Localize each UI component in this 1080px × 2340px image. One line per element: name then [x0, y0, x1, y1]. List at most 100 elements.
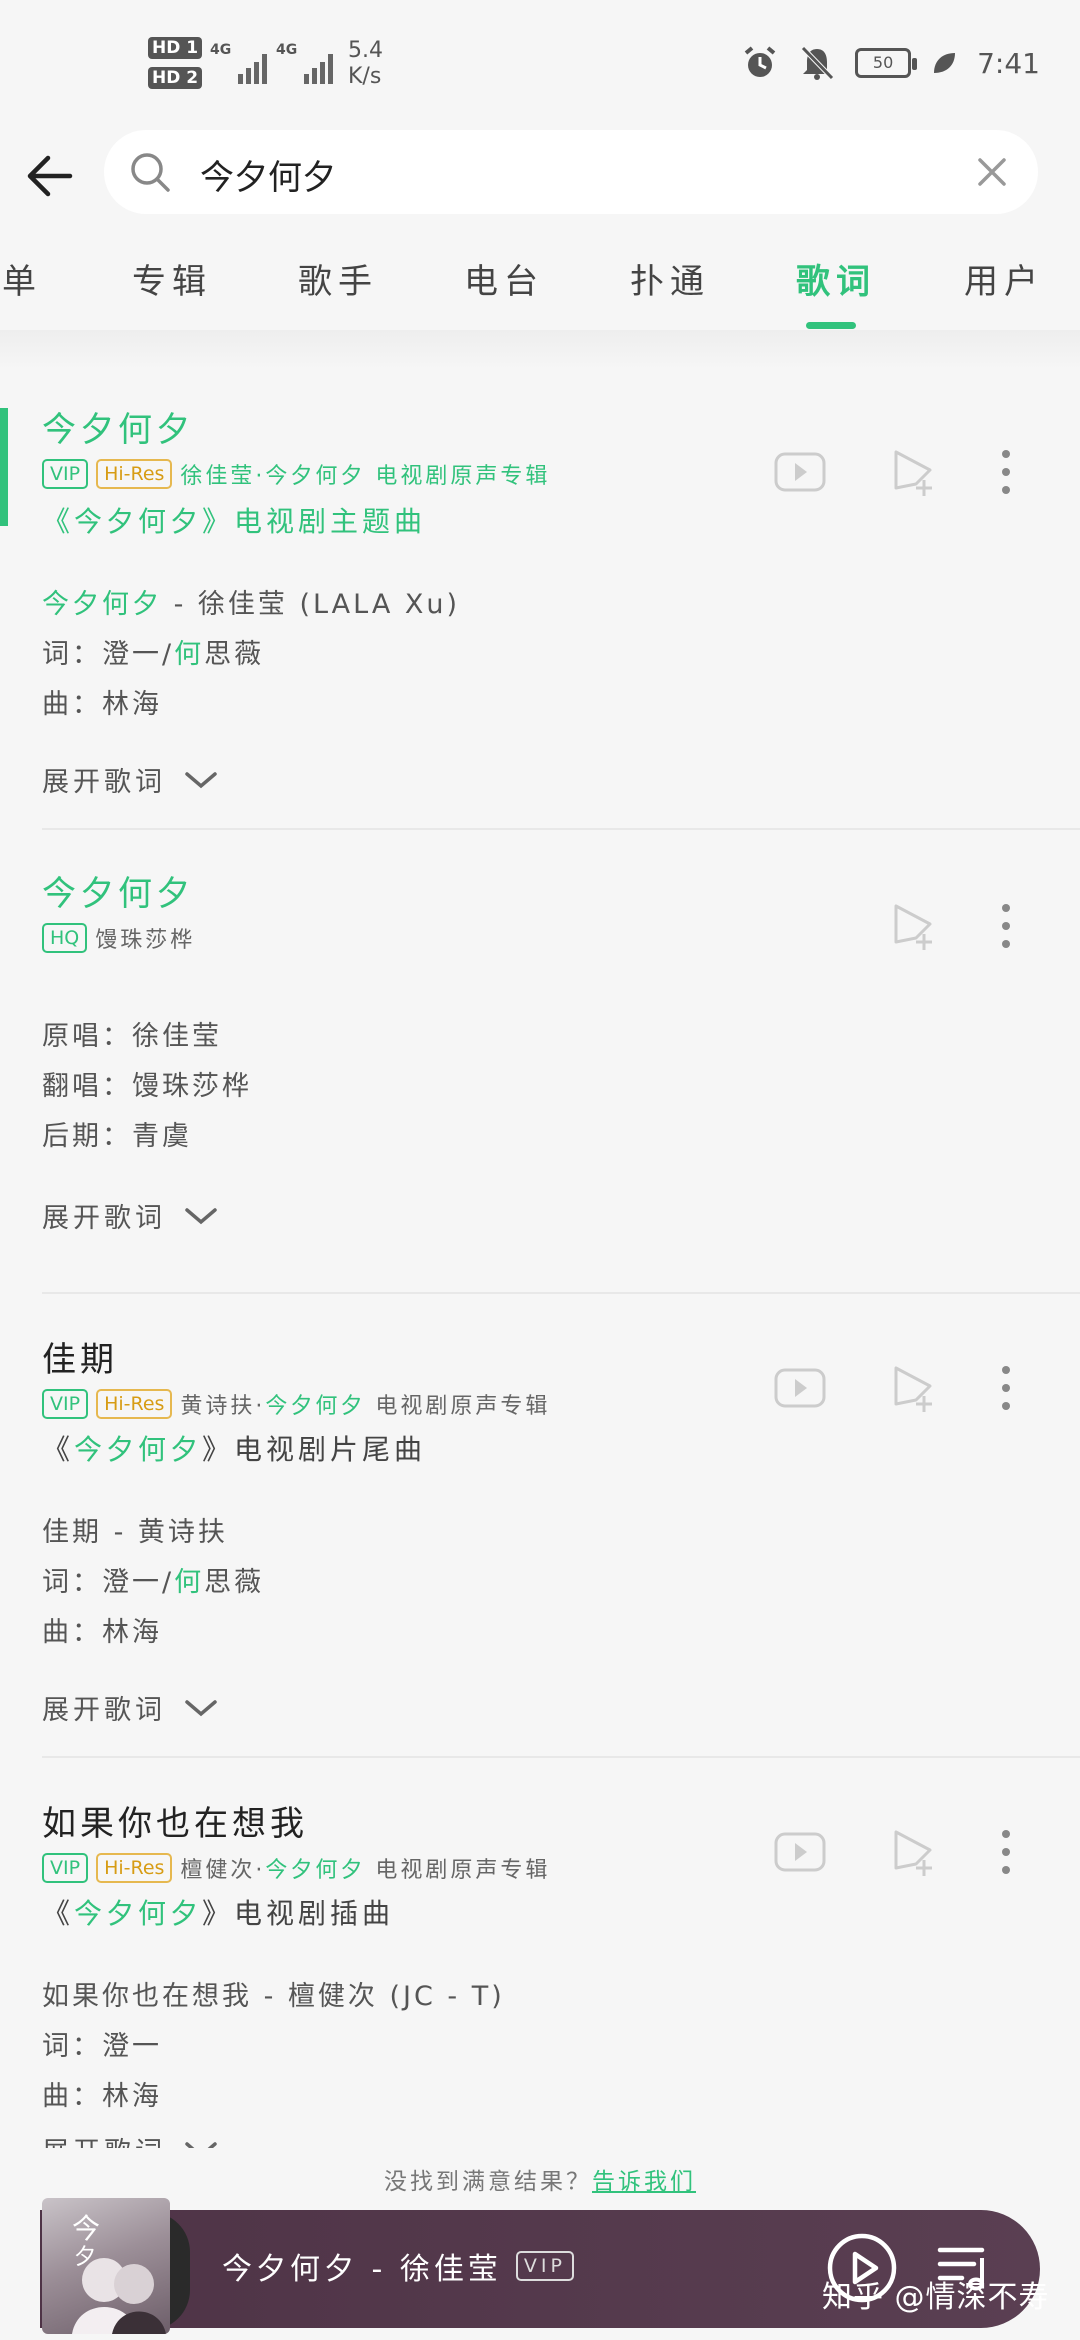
now-playing: 今夕何夕 - 徐佳莹 VIP — [222, 2244, 574, 2288]
lyric-line: 如果你也在想我 - 檀健次 (JC - T) — [42, 1981, 505, 2012]
list-item[interactable]: 今夕何夕 HQ 馒珠莎桦 原唱：徐佳莹 翻唱：馒珠莎桦 后期：青虞 展开歌词 — [0, 830, 1080, 1294]
album-name: 今夕何夕 电视剧原声专辑 — [265, 464, 551, 489]
now-playing-title: 今夕何夕 - 徐佳莹 — [222, 2252, 502, 2287]
tab-users[interactable]: 用户 — [964, 254, 1044, 303]
song-title: 今夕何夕 — [42, 874, 194, 914]
tab-radio[interactable]: 电台 — [464, 254, 544, 303]
album-name: 电视剧原声专辑 — [365, 1858, 551, 1883]
more-icon[interactable] — [978, 444, 1034, 500]
vip-badge: VIP — [42, 1389, 89, 1419]
song-meta: VIP Hi-Res 檀健次·今夕何夕 电视剧原声专辑 — [42, 1852, 550, 1884]
lyric-line: 曲：林海 — [42, 2081, 162, 2112]
song-subtitle: 《今夕何夕》电视剧插曲 — [42, 1897, 395, 1930]
chevron-down-icon — [185, 2141, 217, 2148]
search-query: 今夕何夕 — [200, 158, 336, 198]
hd-indicators: HD 1 HD 2 — [148, 36, 203, 96]
tell-us-link[interactable]: 告诉我们 — [592, 2169, 696, 2195]
clear-icon[interactable] — [972, 152, 1012, 192]
tab-artist[interactable]: 歌手 — [298, 254, 378, 303]
song-meta: VIP Hi-Res 黄诗扶·今夕何夕 电视剧原声专辑 — [42, 1388, 550, 1420]
artist-name: 徐佳莹· — [180, 464, 266, 489]
lyric-line: 曲：林海 — [42, 689, 162, 720]
chevron-down-icon — [185, 1207, 217, 1224]
back-arrow-icon[interactable] — [20, 144, 84, 208]
artist-name: 檀健次· — [180, 1858, 266, 1883]
song-title: 今夕何夕 — [42, 410, 194, 450]
expand-lyrics-button[interactable]: 展开歌词 — [42, 1196, 218, 1235]
album-name: 电视剧原声专辑 — [365, 1394, 551, 1419]
lyric-line: 词：澄一/何思薇 — [42, 639, 265, 670]
tab-lyrics[interactable]: 歌词 — [796, 254, 876, 303]
tab-playlist[interactable]: 单 — [2, 254, 42, 303]
category-tabs: 单 专辑 歌手 电台 扑通 歌词 用户 — [0, 240, 1080, 332]
more-icon[interactable] — [978, 898, 1034, 954]
more-icon[interactable] — [978, 1824, 1034, 1880]
song-subtitle: 《今夕何夕》电视剧主题曲 — [42, 505, 427, 538]
chevron-down-icon — [185, 771, 217, 788]
battery-indicator: 50 — [855, 48, 918, 78]
play-video-icon[interactable] — [772, 1824, 828, 1880]
lyric-line: 曲：林海 — [42, 1617, 162, 1648]
add-to-playlist-icon[interactable] — [886, 1824, 942, 1880]
artist-name: 馒珠莎桦 — [95, 928, 196, 953]
vip-badge: VIP — [515, 2251, 574, 2281]
album-name-highlight: 今夕何夕 — [265, 1858, 366, 1883]
song-subtitle: 《今夕何夕》电视剧片尾曲 — [42, 1433, 427, 1466]
status-bar: HD 1 HD 2 4G 4G 5.4 K/s 50 7:41 — [0, 0, 1080, 130]
search-header: 今夕何夕 — [0, 128, 1080, 228]
song-meta: VIP Hi-Res 徐佳莹·今夕何夕 电视剧原声专辑 — [42, 458, 550, 490]
lyric-line: 词：澄一 — [42, 2031, 162, 2062]
add-to-playlist-icon[interactable] — [886, 444, 942, 500]
active-tab-indicator — [806, 322, 856, 329]
album-art-image: 今 夕 — [72, 2212, 166, 2334]
watermark: 知乎 @情深不寿 — [822, 2280, 1050, 2315]
song-meta: HQ 馒珠莎桦 — [42, 922, 195, 954]
add-to-playlist-icon[interactable] — [886, 1360, 942, 1416]
tab-putong[interactable]: 扑通 — [630, 254, 710, 303]
lyric-line: 后期：青虞 — [42, 1121, 192, 1152]
hd1-badge: HD 1 — [148, 37, 203, 59]
app-screen: HD 1 HD 2 4G 4G 5.4 K/s 50 7:41 今夕何夕 单 专… — [0, 0, 1080, 2340]
expand-lyrics-button[interactable]: 展开歌词 — [42, 1688, 218, 1727]
expand-lyrics-button[interactable]: 展开歌词 — [42, 760, 218, 799]
song-title: 佳期 — [42, 1340, 118, 1380]
lyric-line: 佳期 - 黄诗扶 — [42, 1517, 228, 1548]
chevron-down-icon — [185, 1699, 217, 1716]
playing-indicator — [0, 408, 8, 526]
signal-2-icon: 4G — [276, 42, 333, 84]
svg-text:夕: 夕 — [74, 2245, 96, 2270]
hq-badge: HQ — [42, 923, 88, 953]
search-input[interactable]: 今夕何夕 — [104, 130, 1038, 214]
tab-album[interactable]: 专辑 — [132, 254, 212, 303]
more-icon[interactable] — [978, 1360, 1034, 1416]
add-to-playlist-icon[interactable] — [886, 898, 942, 954]
expand-lyrics-button[interactable]: 展开歌词 — [42, 2130, 218, 2148]
list-item[interactable]: 如果你也在想我 VIP Hi-Res 檀健次·今夕何夕 电视剧原声专辑 《今夕何… — [0, 1758, 1080, 2148]
list-item[interactable]: 佳期 VIP Hi-Res 黄诗扶·今夕何夕 电视剧原声专辑 《今夕何夕》电视剧… — [0, 1294, 1080, 1758]
leaf-icon — [934, 53, 956, 73]
artist-name: 黄诗扶· — [180, 1394, 266, 1419]
lyric-line: 翻唱：馒珠莎桦 — [42, 1071, 252, 1102]
search-icon — [131, 153, 170, 192]
album-cover[interactable]: 今 夕 — [42, 2198, 170, 2334]
feedback-prompt: 没找到满意结果？告诉我们 — [384, 2169, 696, 2195]
play-video-icon[interactable] — [772, 444, 828, 500]
signal-1-icon: 4G — [210, 42, 267, 84]
list-item[interactable]: 今夕何夕 VIP Hi-Res 徐佳莹·今夕何夕 电视剧原声专辑 《今夕何夕》电… — [0, 368, 1080, 830]
hires-badge: Hi-Res — [96, 459, 173, 489]
svg-text:今: 今 — [72, 2212, 100, 2245]
alarm-icon — [744, 46, 776, 77]
clock: 7:41 — [977, 46, 1040, 80]
hd2-badge: HD 2 — [148, 67, 203, 89]
hires-badge: Hi-Res — [96, 1389, 173, 1419]
vip-badge: VIP — [42, 459, 89, 489]
vip-badge: VIP — [42, 1853, 89, 1883]
lyric-line: 今夕何夕 - 徐佳莹 (LALA Xu) — [42, 589, 461, 620]
mute-icon — [801, 46, 834, 80]
network-speed: 5.4 K/s — [348, 38, 383, 89]
results-list: 今夕何夕 VIP Hi-Res 徐佳莹·今夕何夕 电视剧原声专辑 《今夕何夕》电… — [0, 368, 1080, 2148]
lyric-line: 原唱：徐佳莹 — [42, 1021, 222, 1052]
play-video-icon[interactable] — [772, 1360, 828, 1416]
hires-badge: Hi-Res — [96, 1853, 173, 1883]
lyric-line: 词：澄一/何思薇 — [42, 1567, 265, 1598]
